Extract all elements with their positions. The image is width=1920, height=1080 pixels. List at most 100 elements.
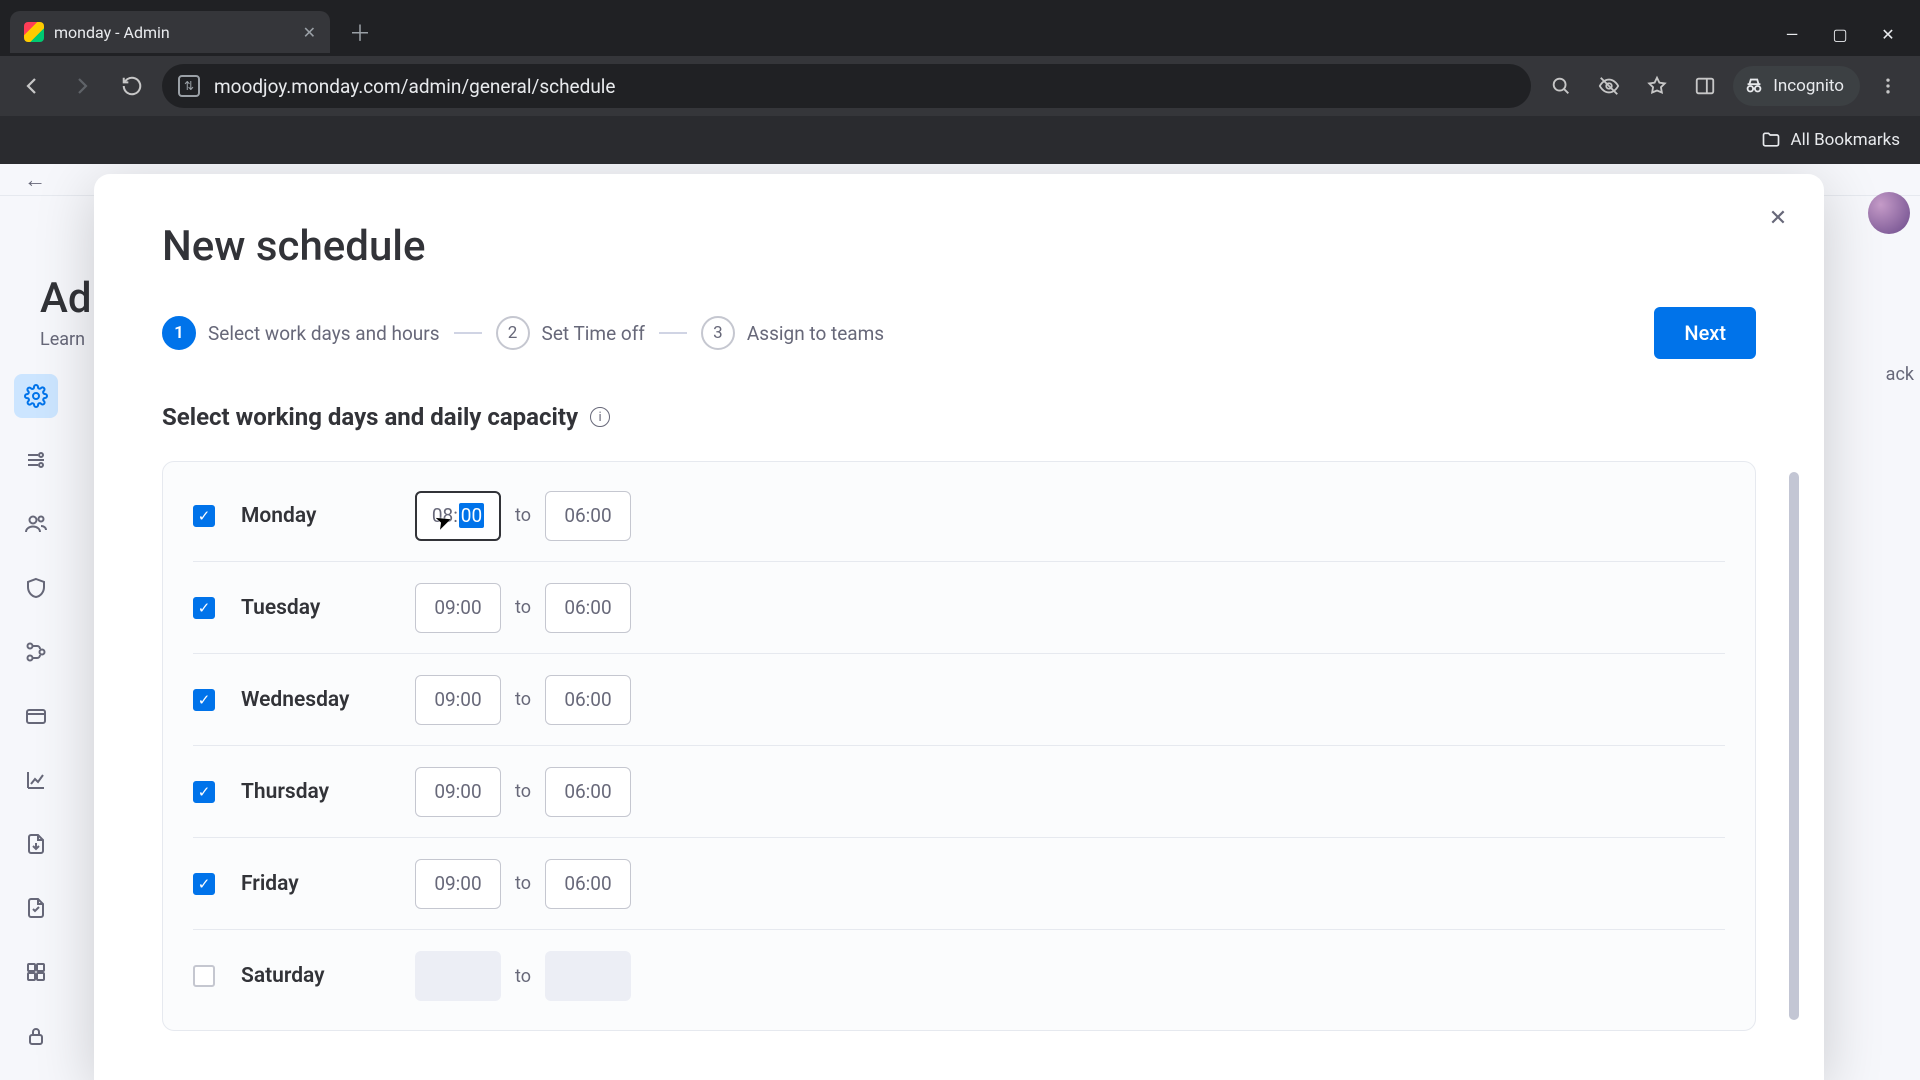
time-group: to	[415, 767, 631, 817]
sidebar-item-billing[interactable]	[14, 694, 58, 738]
start-min-selected: 00	[459, 503, 484, 528]
start-time-input-monday[interactable]: 08:00 ➤	[415, 491, 501, 541]
schedule-card: ✓ Monday 08:00 ➤ to ✓ Tuesday to	[162, 461, 1756, 1031]
new-tab-button[interactable]: ＋	[344, 16, 376, 48]
tab-strip: monday - Admin ✕ ＋	[0, 8, 376, 56]
incognito-label: Incognito	[1773, 76, 1844, 96]
bookmark-star-icon[interactable]	[1637, 66, 1677, 106]
sidebar-item-api[interactable]	[14, 630, 58, 674]
reload-icon[interactable]	[112, 66, 152, 106]
modal-title: New schedule	[162, 222, 1756, 271]
browser-titlebar: monday - Admin ✕ ＋ — ▢ ✕	[0, 0, 1920, 56]
day-row-friday: ✓ Friday to	[193, 838, 1725, 930]
step-3[interactable]: 3 Assign to teams	[701, 316, 884, 350]
time-group: 08:00 ➤ to	[415, 491, 631, 541]
incognito-chip[interactable]: Incognito	[1733, 66, 1860, 106]
section-title-text: Select working days and daily capacity	[162, 403, 578, 431]
stepper-row: 1 Select work days and hours 2 Set Time …	[162, 307, 1756, 359]
tab-title: monday - Admin	[54, 23, 293, 42]
admin-sidebar	[14, 374, 74, 1058]
step-separator	[454, 332, 482, 334]
start-time-input-wednesday[interactable]	[415, 675, 501, 725]
maximize-icon[interactable]: ▢	[1830, 24, 1850, 44]
start-time-input-saturday	[415, 951, 501, 1001]
day-row-tuesday: ✓ Tuesday to	[193, 562, 1725, 654]
kebab-menu-icon[interactable]	[1868, 66, 1908, 106]
folder-icon	[1761, 130, 1781, 150]
minimize-icon[interactable]: —	[1782, 24, 1802, 44]
to-label: to	[515, 505, 531, 526]
sidebar-item-apps[interactable]	[14, 950, 58, 994]
next-button[interactable]: Next	[1654, 307, 1756, 359]
day-row-wednesday: ✓ Wednesday to	[193, 654, 1725, 746]
end-time-input-tuesday[interactable]	[545, 583, 631, 633]
start-hour: 08	[432, 504, 453, 527]
to-label: to	[515, 966, 531, 987]
url-text: moodjoy.monday.com/admin/general/schedul…	[214, 75, 1515, 98]
step-3-badge: 3	[701, 316, 735, 350]
sidebar-item-customization[interactable]	[14, 438, 58, 482]
all-bookmarks-link[interactable]: All Bookmarks	[1791, 130, 1900, 150]
step-3-label: Assign to teams	[747, 322, 884, 345]
window-controls: — ▢ ✕	[1782, 24, 1920, 56]
end-time-input-saturday	[545, 951, 631, 1001]
time-group: to	[415, 675, 631, 725]
start-time-input-thursday[interactable]	[415, 767, 501, 817]
end-time-input-monday[interactable]	[545, 491, 631, 541]
site-settings-icon[interactable]: ⇅	[178, 75, 200, 97]
end-time-input-friday[interactable]	[545, 859, 631, 909]
browser-tab[interactable]: monday - Admin ✕	[10, 11, 330, 53]
step-2-badge: 2	[496, 316, 530, 350]
browser-toolbar: ⇅ moodjoy.monday.com/admin/general/sched…	[0, 56, 1920, 116]
checkbox-monday[interactable]: ✓	[193, 505, 215, 527]
bg-admin-title: Ad	[40, 274, 92, 323]
bookmarks-bar: All Bookmarks	[0, 116, 1920, 164]
step-1-label: Select work days and hours	[208, 322, 440, 345]
zoom-icon[interactable]	[1541, 66, 1581, 106]
modal-close-button[interactable]: ✕	[1762, 202, 1794, 234]
day-label: Tuesday	[241, 596, 391, 620]
end-time-input-wednesday[interactable]	[545, 675, 631, 725]
day-label: Wednesday	[241, 688, 391, 712]
tab-close-icon[interactable]: ✕	[303, 23, 316, 42]
nav-forward-icon[interactable]	[62, 66, 102, 106]
end-time-input-thursday[interactable]	[545, 767, 631, 817]
step-2-label: Set Time off	[542, 322, 645, 345]
sidebar-item-permissions[interactable]	[14, 1014, 58, 1058]
checkbox-thursday[interactable]: ✓	[193, 781, 215, 803]
modal-scrollbar[interactable]	[1789, 472, 1799, 1020]
info-icon[interactable]: i	[590, 407, 610, 427]
sidebar-item-users[interactable]	[14, 502, 58, 546]
time-group: to	[415, 859, 631, 909]
section-title: Select working days and daily capacity i	[162, 403, 1756, 431]
to-label: to	[515, 873, 531, 894]
start-time-input-friday[interactable]	[415, 859, 501, 909]
nav-back-icon[interactable]	[12, 66, 52, 106]
bg-admin-subtitle: Learn	[40, 329, 85, 350]
sidebar-item-stats[interactable]	[14, 758, 58, 802]
day-row-saturday: ✓ Saturday to	[193, 930, 1725, 1022]
time-group: to	[415, 583, 631, 633]
sidebar-item-security[interactable]	[14, 566, 58, 610]
day-label: Friday	[241, 872, 391, 896]
bg-back-icon[interactable]: ←	[24, 167, 46, 193]
checkbox-wednesday[interactable]: ✓	[193, 689, 215, 711]
sidebar-item-import[interactable]	[14, 822, 58, 866]
eye-off-icon[interactable]	[1589, 66, 1629, 106]
to-label: to	[515, 597, 531, 618]
start-time-input-tuesday[interactable]	[415, 583, 501, 633]
step-2[interactable]: 2 Set Time off	[496, 316, 645, 350]
avatar[interactable]	[1868, 192, 1910, 234]
side-panel-icon[interactable]	[1685, 66, 1725, 106]
day-row-monday: ✓ Monday 08:00 ➤ to	[193, 470, 1725, 562]
sidebar-item-general[interactable]	[14, 374, 58, 418]
page-viewport: ← Ad Learn ack	[0, 164, 1920, 1080]
address-bar[interactable]: ⇅ moodjoy.monday.com/admin/general/sched…	[162, 64, 1531, 108]
sidebar-item-tidy[interactable]	[14, 886, 58, 930]
close-window-icon[interactable]: ✕	[1878, 24, 1898, 44]
checkbox-tuesday[interactable]: ✓	[193, 597, 215, 619]
checkbox-saturday[interactable]: ✓	[193, 965, 215, 987]
step-1[interactable]: 1 Select work days and hours	[162, 316, 440, 350]
to-label: to	[515, 781, 531, 802]
checkbox-friday[interactable]: ✓	[193, 873, 215, 895]
